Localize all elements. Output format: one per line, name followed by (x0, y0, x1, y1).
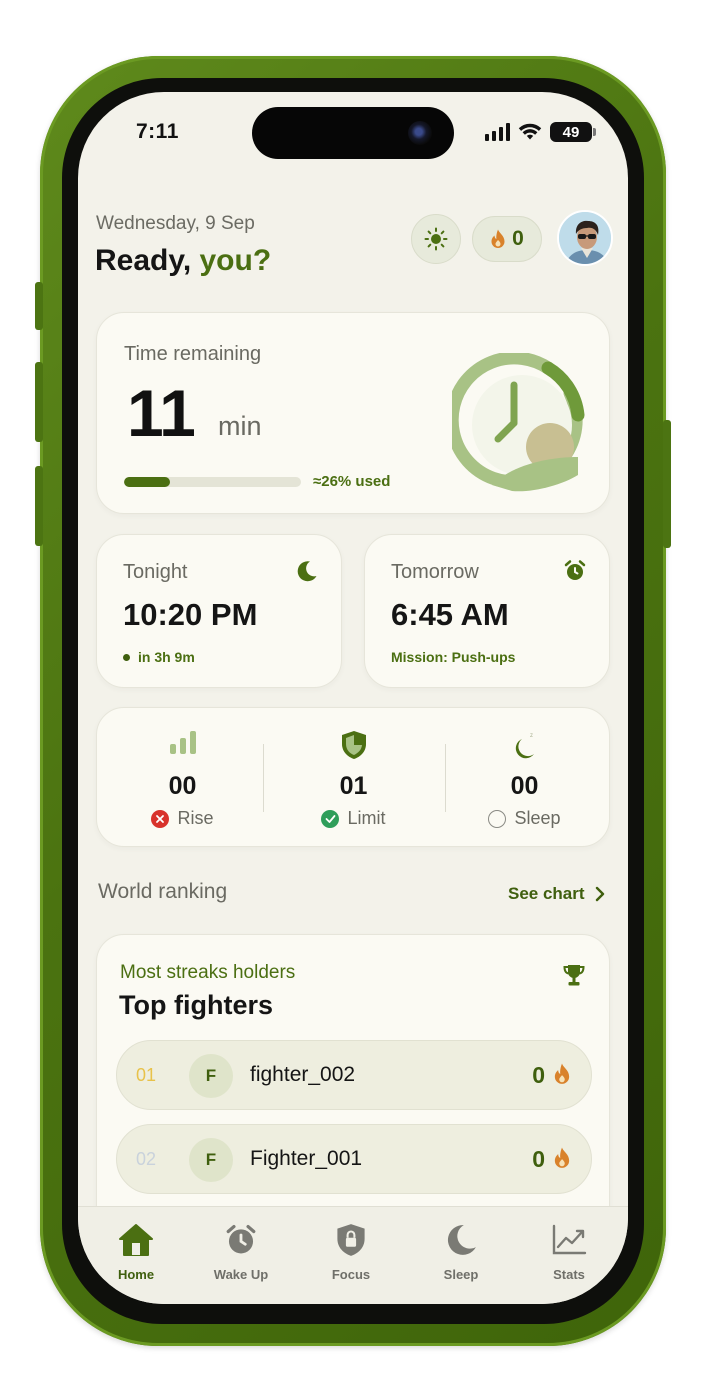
tab-wake-up-label: Wake Up (213, 1267, 269, 1282)
fighter-avatar: F (189, 1138, 233, 1182)
top-fighters-card: Most streaks holders Top fighters 01 F f… (96, 934, 610, 1234)
fighter-score: 0 (532, 1146, 545, 1172)
stat-sleep[interactable]: z z 00 Sleep (439, 708, 610, 848)
tomorrow-card[interactable]: Tomorrow 6:45 AM Mission: Push-ups (364, 534, 610, 688)
tab-sleep[interactable]: Sleep (416, 1221, 506, 1282)
profile-avatar[interactable] (557, 210, 613, 266)
world-ranking-heading: World ranking (98, 880, 228, 903)
usage-progress-bar (124, 477, 301, 487)
svg-text:z: z (530, 733, 533, 739)
tab-focus[interactable]: Focus (306, 1221, 396, 1282)
stat-sleep-value: 00 (510, 772, 539, 800)
tonight-card[interactable]: Tonight 10:20 PM in 3h 9m (96, 534, 342, 688)
volume-down-button (35, 466, 43, 546)
daily-stats-card: 00 Rise 01 Limit z z 00 Sleep (96, 707, 610, 847)
status-icons: 49 (485, 122, 596, 142)
app-screen: 7:11 49 Wednesday, 9 Sep Ready, you? 0 T… (78, 92, 628, 1304)
bars-icon (169, 731, 196, 754)
home-icon (119, 1224, 153, 1256)
fire-icon (554, 1063, 570, 1084)
streak-count: 0 (512, 227, 524, 250)
check-icon (321, 809, 340, 828)
status-time: 7:11 (136, 120, 179, 143)
cellular-signal-icon (485, 123, 510, 141)
fire-icon (491, 229, 505, 248)
stat-rise-value: 00 (168, 772, 197, 800)
shield-icon (341, 731, 366, 759)
tonight-title: Tonight (123, 561, 188, 583)
fighter-avatar: F (189, 1054, 233, 1098)
user-photo (559, 212, 611, 264)
stat-limit-label: Limit (347, 808, 386, 828)
chart-icon (552, 1224, 587, 1255)
status-dot (123, 653, 130, 661)
trophy-icon (563, 965, 585, 986)
moon-icon (447, 1225, 476, 1255)
sun-icon (424, 227, 448, 251)
time-remaining-label: Time remaining (124, 343, 262, 365)
fighter-name: Fighter_001 (250, 1147, 363, 1170)
lock-shield-icon (337, 1224, 365, 1256)
leaderboard-row[interactable]: 02 F Fighter_001 0 (116, 1124, 592, 1194)
fighter-name: fighter_002 (250, 1063, 356, 1086)
alarm-clock-icon (226, 1224, 256, 1254)
alarm-clock-icon (564, 560, 586, 580)
stat-limit-value: 01 (339, 772, 368, 800)
tab-focus-label: Focus (331, 1267, 371, 1282)
stat-rise-label: Rise (177, 808, 214, 828)
divider (263, 744, 264, 812)
bedtime-countdown: in 3h 9m (123, 649, 195, 665)
usage-progress-fill (124, 477, 171, 487)
rank-number: 01 (136, 1065, 157, 1085)
time-remaining-value: 11 (127, 376, 196, 450)
moon-zzz-icon: z z (515, 733, 534, 759)
rank-number: 02 (136, 1149, 157, 1169)
camera-icon (408, 121, 432, 145)
greeting: Ready, you? (95, 244, 271, 278)
current-date: Wednesday, 9 Sep (96, 213, 255, 234)
power-button (663, 420, 671, 548)
wake-mission: Mission: Push-ups (391, 649, 516, 665)
time-remaining-unit: min (218, 411, 262, 441)
theme-toggle-button[interactable] (411, 214, 461, 264)
tab-wake-up[interactable]: Wake Up (196, 1221, 286, 1282)
bedtime-countdown-text: in 3h 9m (138, 649, 195, 665)
streak-pill[interactable]: 0 (472, 216, 542, 262)
bottom-tab-bar: Home Wake Up Focus Sleep Stats (78, 1206, 628, 1304)
moon-icon (297, 561, 317, 582)
tab-home[interactable]: Home (91, 1221, 181, 1282)
volume-up-button (35, 362, 43, 442)
wifi-icon (518, 123, 542, 140)
fighter-score: 0 (532, 1062, 545, 1088)
tomorrow-title: Tomorrow (391, 561, 479, 583)
see-chart-label: See chart (508, 884, 585, 903)
bedtime-value: 10:20 PM (123, 597, 258, 632)
top-fighters-title: Top fighters (119, 990, 273, 1020)
top-fighters-subtitle: Most streaks holders (120, 962, 296, 983)
time-remaining-card[interactable]: Time remaining 11 min ≈26% used (96, 312, 610, 514)
svg-text:z: z (525, 743, 529, 752)
stat-rise[interactable]: 00 Rise (97, 708, 268, 848)
leaderboard-row[interactable]: 01 F fighter_002 0 (116, 1040, 592, 1110)
failed-icon (151, 809, 170, 828)
battery-indicator: 49 (550, 122, 596, 142)
tab-stats-label: Stats (553, 1267, 585, 1282)
greeting-name: you? (199, 244, 272, 277)
tab-home-label: Home (117, 1267, 155, 1282)
stat-sleep-label: Sleep (514, 808, 561, 828)
usage-percent-text: ≈26% used (313, 473, 391, 490)
action-button (35, 282, 43, 330)
stat-limit[interactable]: 01 Limit (268, 708, 439, 848)
fire-icon (554, 1147, 570, 1168)
tab-sleep-label: Sleep (443, 1267, 479, 1282)
chevron-right-icon (595, 886, 604, 902)
greeting-prefix: Ready, (95, 244, 192, 277)
clock-illustration-icon (452, 353, 585, 492)
pending-circle-icon (488, 809, 507, 828)
tab-stats[interactable]: Stats (524, 1221, 614, 1282)
wake-time-value: 6:45 AM (391, 597, 509, 632)
see-chart-link[interactable]: See chart (508, 884, 605, 904)
dynamic-island (252, 107, 454, 159)
